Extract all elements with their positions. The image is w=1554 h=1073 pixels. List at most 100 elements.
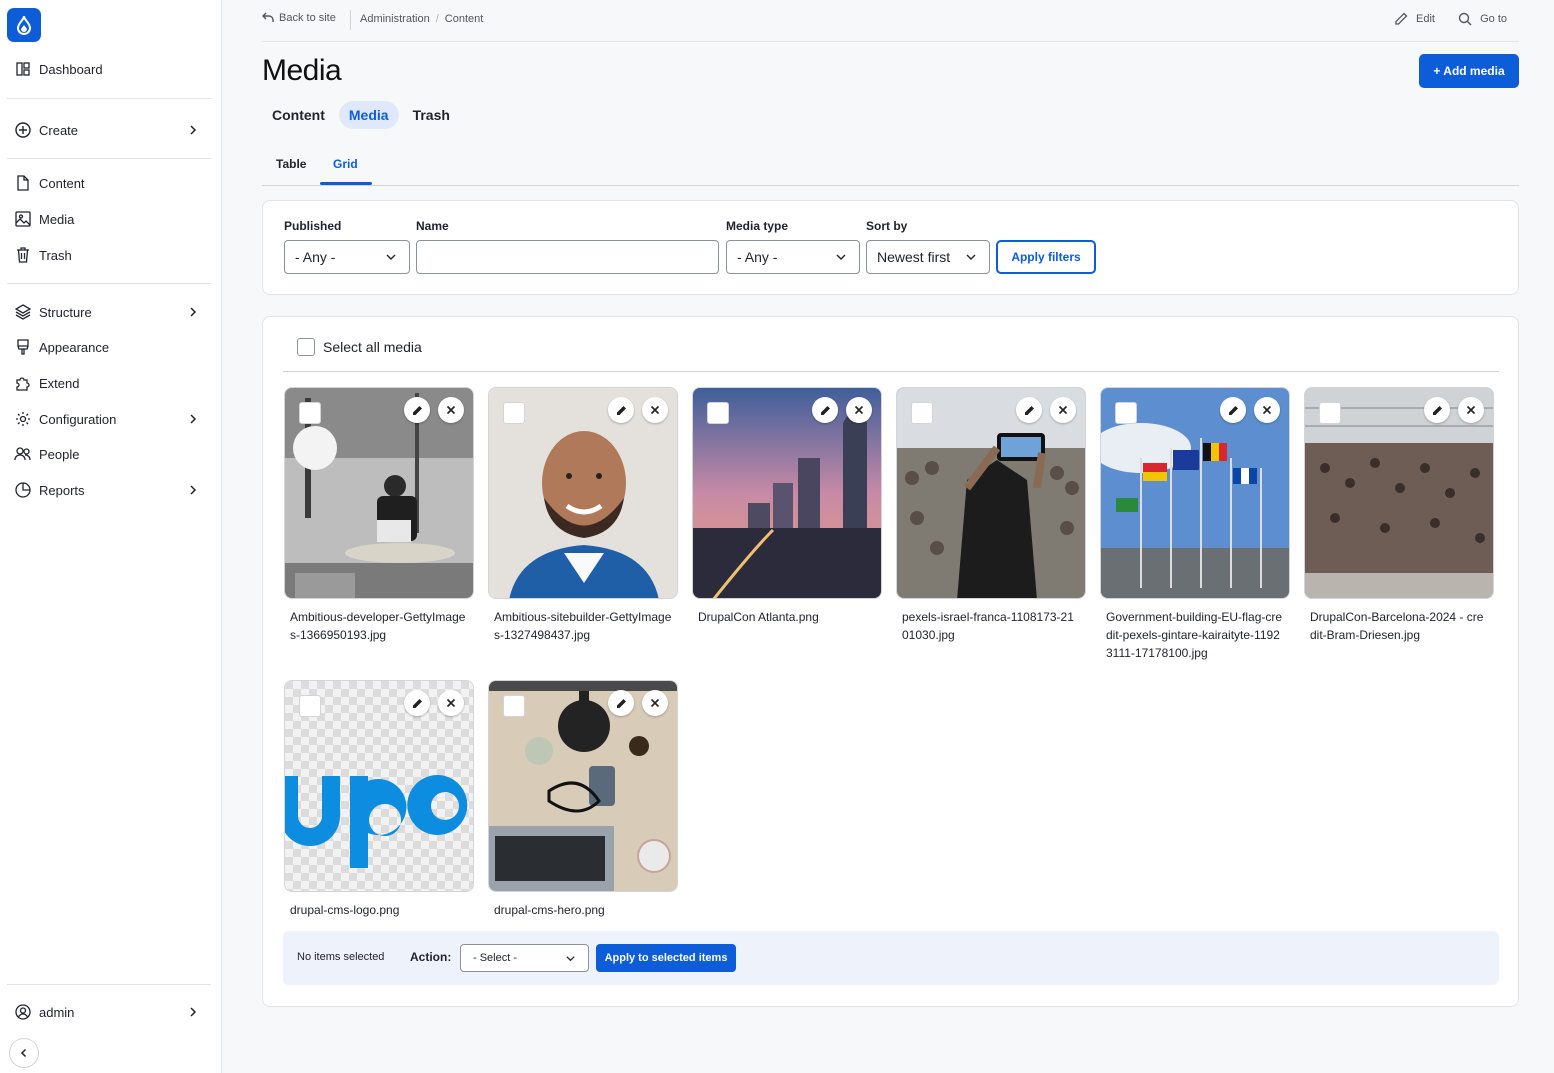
breadcrumb-content[interactable]: Content: [445, 13, 484, 25]
sidebar-item-media[interactable]: Media: [14, 207, 210, 231]
sidebar-item-people[interactable]: People: [14, 442, 210, 466]
tab-content[interactable]: Content: [262, 101, 335, 129]
remove-media-button[interactable]: [438, 690, 464, 716]
pencil-icon: [1024, 405, 1034, 415]
media-item[interactable]: Ambitious-sitebuilder-GettyImages-132749…: [488, 387, 678, 644]
pencil-icon: [412, 698, 422, 708]
collapse-sidebar-button[interactable]: [9, 1038, 39, 1068]
breadcrumb: Administration / Content: [360, 13, 483, 25]
pencil-icon: [616, 405, 626, 415]
drupal-logo-icon[interactable]: [7, 8, 41, 42]
add-media-button[interactable]: + Add media: [1419, 54, 1519, 88]
sidebar-item-content[interactable]: Content: [14, 171, 210, 195]
media-item-checkbox[interactable]: [1319, 402, 1341, 424]
remove-media-button[interactable]: [1050, 397, 1076, 423]
dashboard-icon: [14, 60, 32, 78]
media-filename: drupal-cms-hero.png: [494, 903, 605, 917]
media-thumbnail[interactable]: [1100, 387, 1290, 599]
media-item[interactable]: pexels-israel-franca-1108173-2101030.jpg: [896, 387, 1086, 644]
media-type-select[interactable]: - Any -: [726, 240, 860, 274]
sidebar-item-structure[interactable]: Structure: [14, 300, 210, 324]
tab-trash[interactable]: Trash: [403, 101, 460, 129]
remove-media-button[interactable]: [1254, 397, 1280, 423]
edit-media-button[interactable]: [404, 397, 430, 423]
media-item-checkbox[interactable]: [503, 695, 525, 717]
tab-table[interactable]: Table: [276, 157, 306, 171]
sidebar-item-dashboard[interactable]: Dashboard: [14, 57, 210, 81]
user-avatar-icon: [14, 1003, 32, 1021]
media-filename: Ambitious-sitebuilder-GettyImages-132749…: [494, 610, 672, 642]
sidebar-item-create[interactable]: Create: [14, 118, 210, 142]
tab-media[interactable]: Media: [338, 101, 399, 129]
action-select[interactable]: - Select -: [460, 944, 589, 972]
media-item-checkbox[interactable]: [1115, 402, 1137, 424]
media-thumbnail[interactable]: [896, 387, 1086, 599]
sidebar-item-trash[interactable]: Trash: [14, 243, 210, 267]
sidebar-item-reports[interactable]: Reports: [14, 478, 210, 502]
sort-by-label: Sort by: [866, 219, 908, 233]
media-item[interactable]: Government-building-EU-flag-credit-pexel…: [1100, 387, 1290, 662]
sidebar-item-label: Configuration: [39, 411, 117, 427]
media-item-checkbox[interactable]: [503, 402, 525, 424]
remove-media-button[interactable]: [438, 397, 464, 423]
divider: [350, 10, 351, 30]
media-filename: Government-building-EU-flag-credit-pexel…: [1106, 610, 1283, 660]
media-thumbnail[interactable]: [284, 387, 474, 599]
puzzle-icon: [14, 374, 32, 392]
edit-media-button[interactable]: [608, 397, 634, 423]
sort-by-select[interactable]: Newest first: [866, 240, 990, 274]
edit-media-button[interactable]: [1424, 397, 1450, 423]
chevron-right-icon: [190, 307, 197, 317]
edit-media-button[interactable]: [608, 690, 634, 716]
breadcrumb-administration[interactable]: Administration: [360, 13, 430, 25]
edit-media-button[interactable]: [812, 397, 838, 423]
sidebar-item-appearance[interactable]: Appearance: [14, 335, 210, 359]
published-select[interactable]: - Any -: [284, 240, 410, 274]
user-menu[interactable]: admin: [14, 1000, 210, 1024]
name-input[interactable]: [416, 240, 719, 274]
sidebar-divider: [7, 98, 211, 99]
media-item[interactable]: DrupalCon-Barcelona-2024 - credit-Bram-D…: [1304, 387, 1494, 644]
chevron-down-icon: [386, 254, 396, 260]
sidebar-item-configuration[interactable]: Configuration: [14, 407, 210, 431]
sidebar-item-extend[interactable]: Extend: [14, 371, 210, 395]
apply-filters-button[interactable]: Apply filters: [996, 240, 1096, 274]
edit-media-button[interactable]: [1016, 397, 1042, 423]
remove-media-button[interactable]: [846, 397, 872, 423]
tab-grid[interactable]: Grid: [333, 157, 358, 171]
media-item[interactable]: Ambitious-developer-GettyImages-13669501…: [284, 387, 474, 644]
media-item[interactable]: drupal-cms-logo.png: [284, 680, 474, 919]
close-icon: [446, 405, 456, 415]
chevron-down-icon: [566, 956, 575, 962]
remove-media-button[interactable]: [642, 397, 668, 423]
edit-media-button[interactable]: [1220, 397, 1246, 423]
media-thumbnail[interactable]: [1304, 387, 1494, 599]
sidebar: Dashboard Create Content Media Trash Str…: [0, 0, 222, 1073]
edit-button[interactable]: Edit: [1394, 12, 1435, 26]
action-select-value: - Select -: [473, 952, 518, 964]
sidebar-divider: [7, 283, 211, 284]
select-all-media[interactable]: Select all media: [297, 338, 422, 356]
trash-icon: [14, 246, 32, 264]
media-thumbnail[interactable]: [488, 387, 678, 599]
back-to-site-link[interactable]: Back to site: [262, 12, 336, 24]
remove-media-button[interactable]: [1458, 397, 1484, 423]
media-item-checkbox[interactable]: [911, 402, 933, 424]
pie-chart-icon: [14, 481, 32, 499]
apply-to-selected-button[interactable]: Apply to selected items: [596, 944, 736, 972]
media-item-checkbox[interactable]: [299, 402, 321, 424]
media-item[interactable]: DrupalCon Atlanta.png: [692, 387, 882, 626]
edit-media-button[interactable]: [404, 690, 430, 716]
media-item-checkbox[interactable]: [707, 402, 729, 424]
select-all-checkbox[interactable]: [297, 338, 315, 356]
search-icon: [1458, 12, 1472, 26]
go-to-button[interactable]: Go to: [1458, 12, 1507, 26]
remove-media-button[interactable]: [642, 690, 668, 716]
media-thumbnail[interactable]: [692, 387, 882, 599]
sidebar-item-label: Media: [39, 211, 75, 227]
media-thumbnail[interactable]: [488, 680, 678, 892]
media-thumbnail[interactable]: [284, 680, 474, 892]
media-item[interactable]: drupal-cms-hero.png: [488, 680, 678, 919]
sort-by-value: Newest first: [877, 249, 951, 265]
media-item-checkbox[interactable]: [299, 695, 321, 717]
